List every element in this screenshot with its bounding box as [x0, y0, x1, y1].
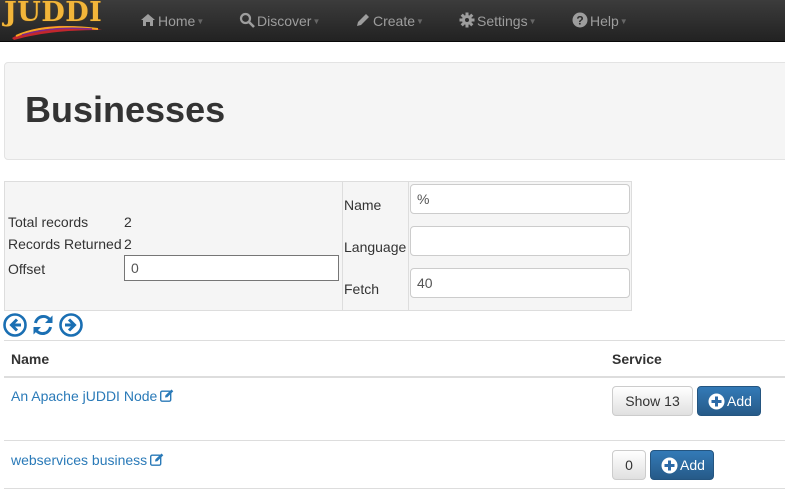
- name-label: Name: [344, 197, 382, 213]
- column-divider: [342, 182, 343, 310]
- show-services-button[interactable]: 0: [612, 450, 646, 480]
- fetch-label: Fetch: [344, 281, 380, 297]
- table-header-border: [4, 376, 785, 378]
- caret-down-icon: ▼: [312, 17, 321, 26]
- nav-settings[interactable]: Settings▼: [459, 0, 537, 42]
- svg-text:?: ?: [576, 14, 583, 28]
- business-name: An Apache jUDDI Node: [11, 388, 158, 404]
- refresh-icon[interactable]: [31, 313, 55, 337]
- home-icon: [141, 14, 155, 27]
- nav-help-label: Help: [590, 13, 619, 29]
- add-service-button[interactable]: Add: [697, 386, 761, 416]
- records-returned-value: 2: [124, 236, 132, 252]
- caret-down-icon: ▼: [196, 17, 205, 26]
- fetch-input[interactable]: [410, 268, 630, 298]
- column-divider: [408, 182, 409, 310]
- plus-circle-icon: [708, 393, 725, 409]
- service-column-header: Service: [612, 351, 662, 367]
- caret-down-icon: ▼: [619, 17, 628, 26]
- row-divider: [4, 440, 785, 441]
- page-title: Businesses: [25, 89, 226, 130]
- table-top-border: [4, 340, 785, 341]
- nav-home-label: Home: [158, 13, 196, 29]
- row-divider: [4, 488, 785, 489]
- plus-circle-icon: [661, 457, 678, 473]
- nav-home[interactable]: Home▼: [140, 0, 204, 42]
- nav-settings-label: Settings: [477, 13, 528, 29]
- offset-input[interactable]: [124, 255, 339, 281]
- caret-down-icon: ▼: [528, 17, 537, 26]
- name-column-header: Name: [11, 351, 50, 367]
- caret-down-icon: ▼: [416, 17, 424, 26]
- question-icon: ?: [572, 12, 588, 28]
- add-service-label: Add: [680, 457, 705, 473]
- show-services-button[interactable]: Show 13: [612, 386, 693, 416]
- offset-label: Offset: [8, 261, 46, 277]
- pencil-icon: [357, 14, 369, 27]
- nav-help[interactable]: ? Help▼: [572, 0, 628, 42]
- total-records-value: 2: [124, 214, 132, 230]
- next-icon[interactable]: [59, 313, 83, 337]
- name-input[interactable]: [410, 184, 630, 214]
- nav-discover[interactable]: Discover▼: [239, 0, 320, 42]
- search-panel: Total records 2 Records Returned 2 Offse…: [4, 181, 632, 311]
- add-service-button[interactable]: Add: [650, 450, 714, 480]
- business-link[interactable]: An Apache jUDDI Node: [11, 388, 174, 404]
- page-header: Businesses: [4, 62, 785, 160]
- edit-icon: [160, 389, 174, 402]
- top-navbar: JUDDI Home▼ Discover▼ Create▼ Settings▼: [0, 0, 785, 42]
- language-label: Language: [344, 239, 407, 255]
- business-link[interactable]: webservices business: [11, 452, 164, 468]
- business-name: webservices business: [11, 452, 148, 468]
- nav-discover-label: Discover: [257, 13, 312, 29]
- previous-icon[interactable]: [3, 313, 27, 337]
- juddi-logo[interactable]: JUDDI: [2, 0, 106, 42]
- brand-text: JUDDI: [4, 0, 103, 28]
- total-records-label: Total records: [8, 214, 89, 230]
- gear-icon: [459, 12, 475, 28]
- search-icon: [239, 13, 255, 29]
- edit-icon: [150, 453, 164, 466]
- nav-create-label: Create: [373, 13, 416, 29]
- add-service-label: Add: [727, 393, 752, 409]
- records-returned-label: Records Returned: [8, 236, 122, 252]
- nav-create[interactable]: Create▼: [355, 0, 424, 42]
- language-input[interactable]: [410, 226, 630, 256]
